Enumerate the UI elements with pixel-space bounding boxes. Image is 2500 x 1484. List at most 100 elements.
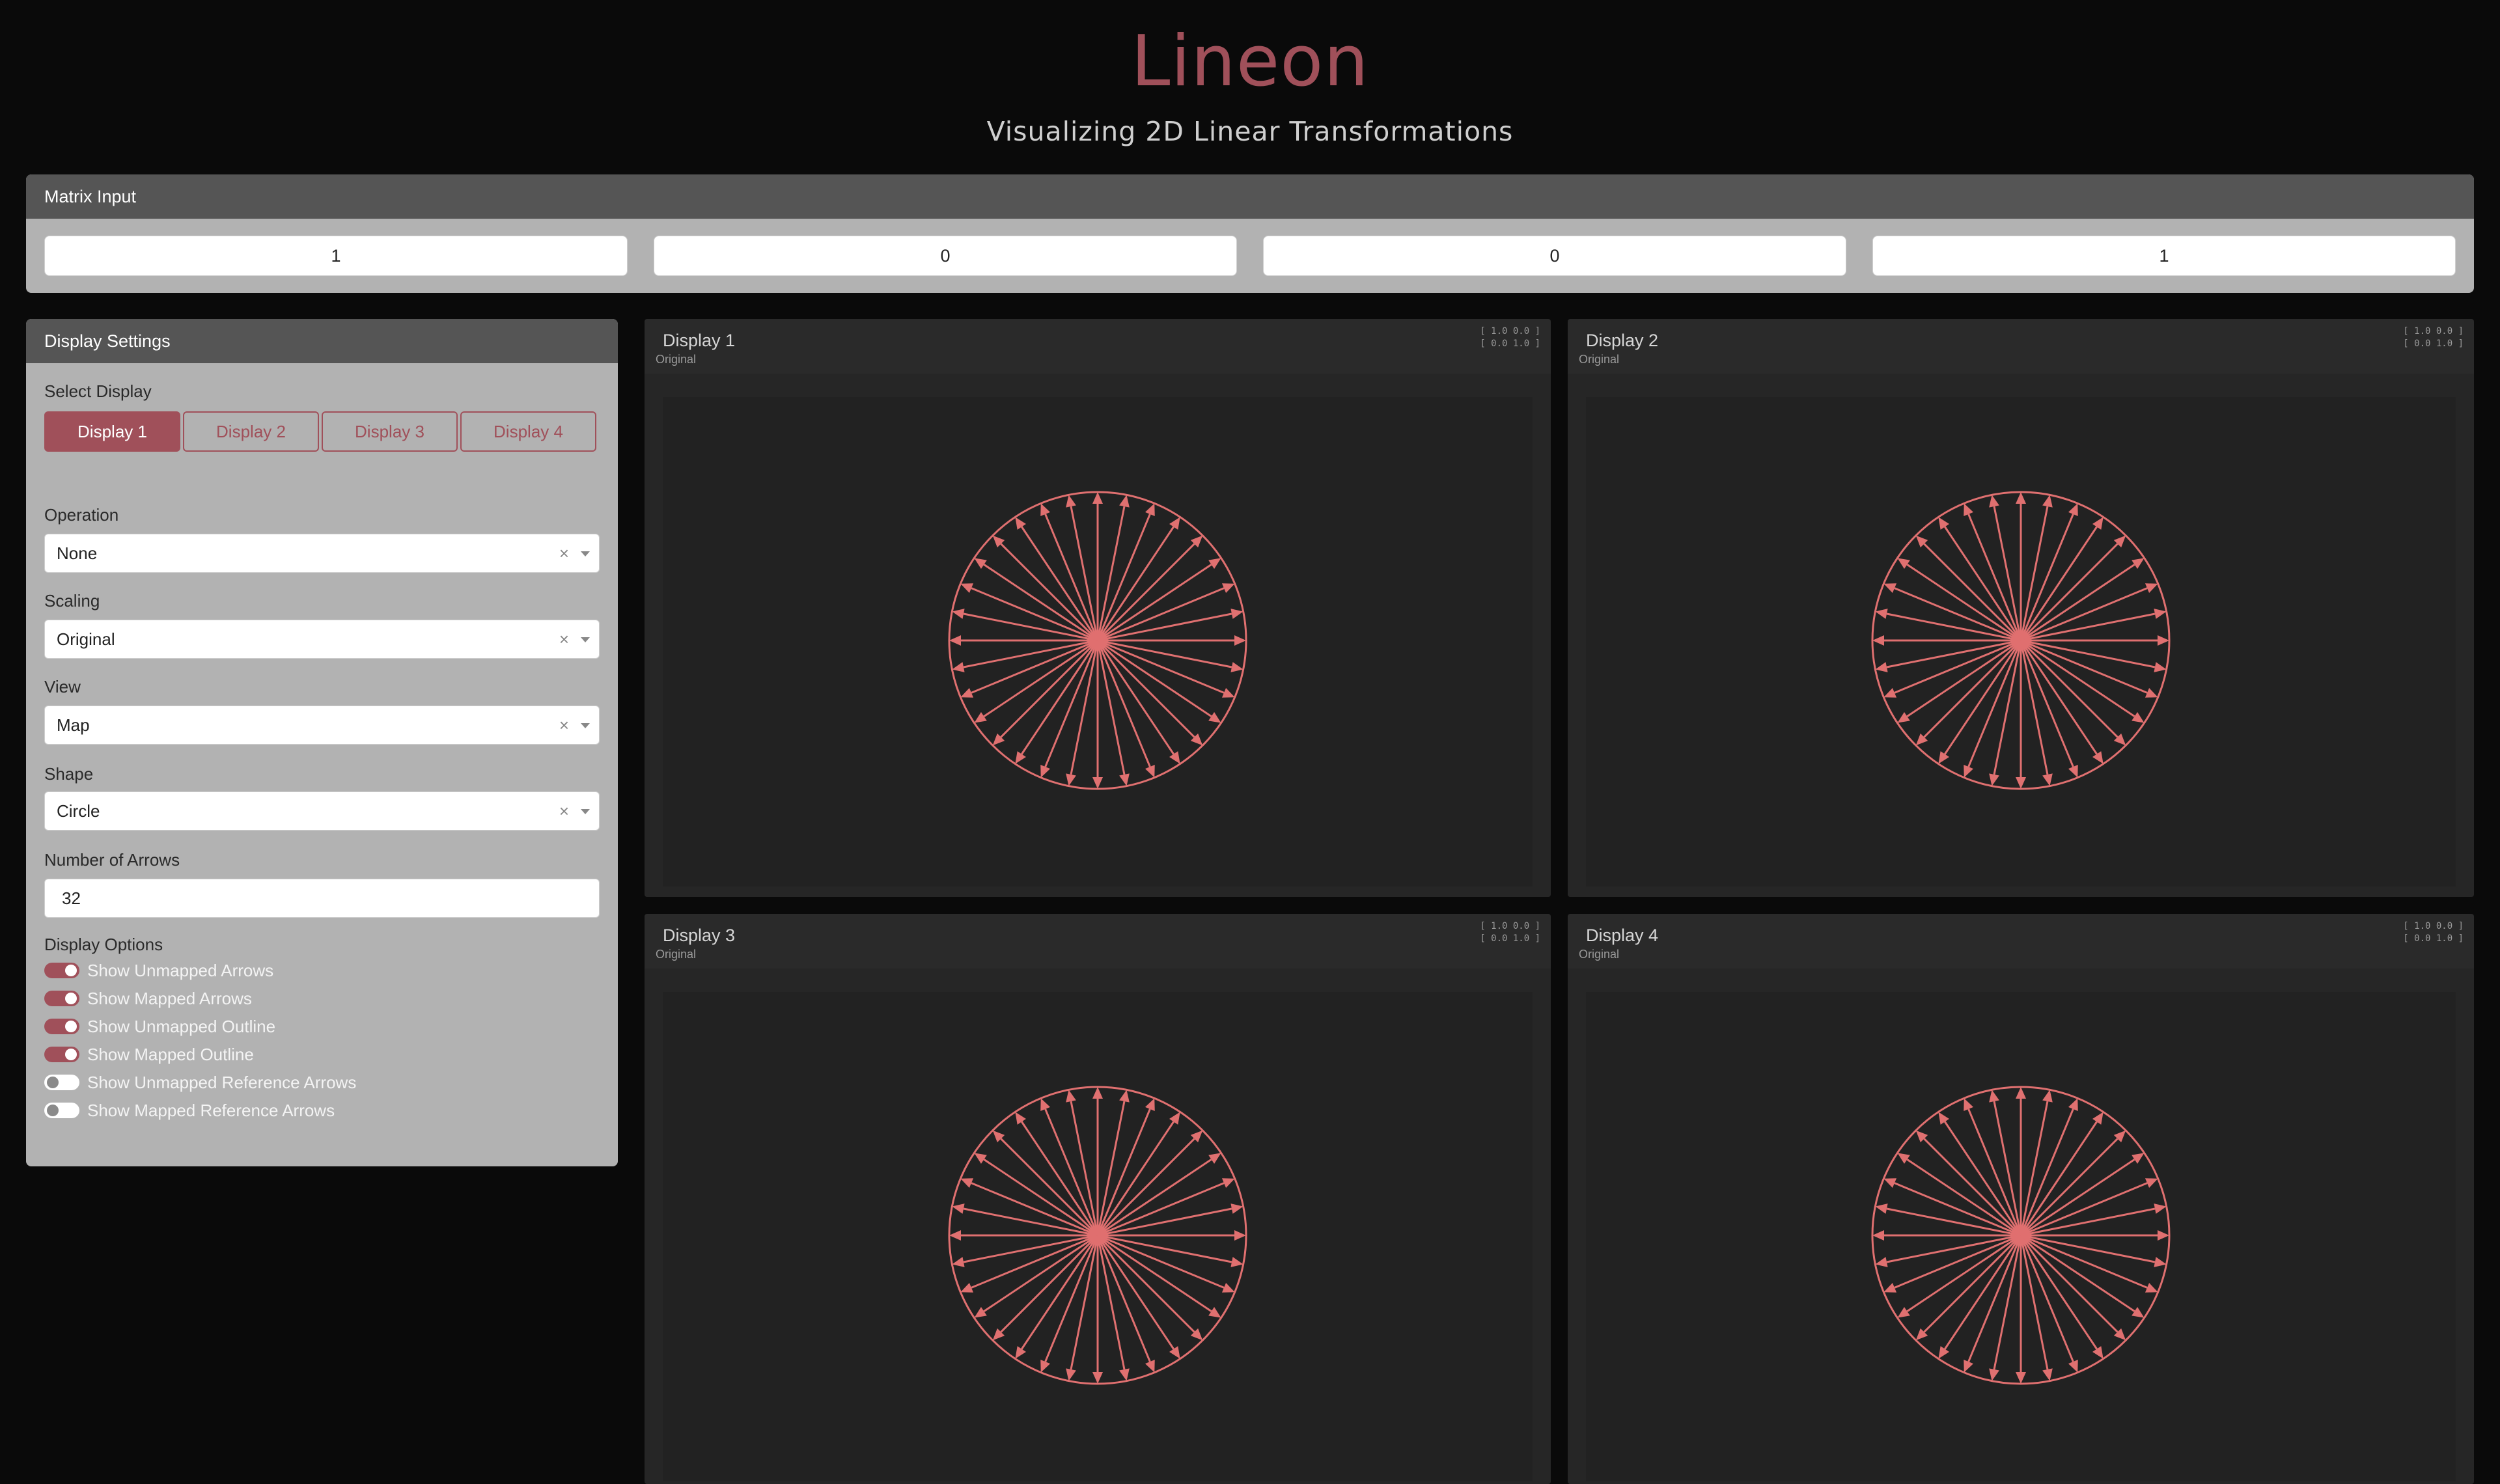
toggle-knob xyxy=(65,965,77,976)
toggle-switch[interactable] xyxy=(44,1075,79,1090)
matrix-inputs: 1 0 0 1 xyxy=(44,236,2456,276)
chevron-down-icon[interactable] xyxy=(581,551,590,556)
arrow-head xyxy=(1938,751,1949,764)
display-3-button[interactable]: Display 3 xyxy=(322,411,458,452)
toggle-switch[interactable] xyxy=(44,963,79,978)
arrow-head xyxy=(1208,712,1221,723)
matrix-a21-input[interactable]: 0 xyxy=(1263,236,1846,276)
scaling-select[interactable]: Original × xyxy=(44,620,600,659)
arrow-head xyxy=(2016,492,2026,504)
arrow-plot xyxy=(948,491,1247,790)
operation-select[interactable]: None × xyxy=(44,534,600,573)
arrow-head xyxy=(1066,1368,1076,1381)
chevron-down-icon[interactable] xyxy=(581,809,590,814)
display-canvas[interactable] xyxy=(663,992,1533,1481)
chevron-down-icon[interactable] xyxy=(581,723,590,728)
arrow xyxy=(1096,1090,1130,1236)
display-title: Display 2 xyxy=(1586,331,1659,350)
arrow xyxy=(1915,535,2022,642)
arrow xyxy=(2020,1234,2167,1267)
display-3-panel: Display 3 Original [ 1.0 0.0 ] [ 0.0 1.0 … xyxy=(645,914,1551,1484)
arrow xyxy=(2020,1130,2126,1237)
view-value: Map xyxy=(57,715,90,735)
arrow-plot xyxy=(1871,1086,2171,1385)
arrow-head xyxy=(1092,492,1103,504)
clear-icon[interactable]: × xyxy=(559,620,569,658)
clear-icon[interactable]: × xyxy=(559,792,569,830)
display-4-button[interactable]: Display 4 xyxy=(460,411,596,452)
arrow-head xyxy=(1989,773,1999,786)
arrow-head xyxy=(1015,1346,1026,1359)
operation-label: Operation xyxy=(44,505,119,525)
toggle-switch[interactable] xyxy=(44,1019,79,1034)
matrix-a11-input[interactable]: 1 xyxy=(44,236,628,276)
arrow-head xyxy=(1119,1090,1130,1103)
toggle-switch[interactable] xyxy=(44,991,79,1006)
arrow-head xyxy=(1230,1203,1243,1214)
arrow-head xyxy=(2132,558,2145,569)
display-scaling-label: Original xyxy=(656,948,697,961)
display-2-button[interactable]: Display 2 xyxy=(183,411,319,452)
display-1-panel: Display 1 Original [ 1.0 0.0 ][ 0.0 1.0 … xyxy=(645,319,1551,897)
arrow-head xyxy=(2016,777,2026,789)
display-options-label: Display Options xyxy=(44,935,163,954)
arrow-head xyxy=(2154,609,2167,619)
arrow-head xyxy=(2092,517,2104,530)
arrow-head xyxy=(974,558,987,569)
matrix-a22-input[interactable]: 1 xyxy=(1872,236,2456,276)
clear-icon[interactable]: × xyxy=(559,706,569,744)
display-settings-panel: Display Settings Select Display Display … xyxy=(26,319,618,1166)
scaling-value: Original xyxy=(57,629,115,649)
shape-select[interactable]: Circle × xyxy=(44,791,600,831)
arrow-head xyxy=(2158,635,2169,646)
display-1-button[interactable]: Display 1 xyxy=(44,411,180,452)
arrow xyxy=(1096,535,1203,642)
arrow xyxy=(992,535,1099,642)
arrow-head xyxy=(1897,1307,1910,1318)
matrix-badge: [ 1.0 0.0 ] [ 0.0 1.0 ] xyxy=(1480,920,1540,945)
toggle-label: Show Unmapped Reference Arrows xyxy=(87,1073,357,1092)
arrow-shaft xyxy=(2020,1234,2118,1333)
display-scaling-label: Original xyxy=(1579,948,1620,961)
arrow-shaft xyxy=(1096,1234,1195,1333)
chevron-down-icon[interactable] xyxy=(581,637,590,642)
arrow-head xyxy=(1989,1090,1999,1103)
scaling-label: Scaling xyxy=(44,591,100,611)
matrix-row: [ 0.0 1.0 ] xyxy=(2403,338,2464,349)
arrow xyxy=(2020,639,2167,672)
display-title: Display 3 xyxy=(663,926,736,945)
arrow-shaft xyxy=(1096,1138,1195,1237)
matrix-a12-input[interactable]: 0 xyxy=(654,236,1237,276)
arrow-head xyxy=(2132,712,2145,723)
arrow-shaft xyxy=(1000,639,1099,738)
toggle-switch[interactable] xyxy=(44,1103,79,1118)
arrow xyxy=(1875,639,2021,672)
display-2-panel: Display 2 Original [ 1.0 0.0 ][ 0.0 1.0 … xyxy=(1568,319,2474,897)
arrow-head xyxy=(2042,495,2053,508)
arrows-count-input[interactable]: 32 xyxy=(44,879,600,918)
arrow-head xyxy=(2154,1257,2167,1267)
arrow-head xyxy=(1092,1372,1103,1384)
arrow-head xyxy=(2154,662,2167,672)
view-select[interactable]: Map × xyxy=(44,706,600,745)
display-body xyxy=(1568,969,2474,1484)
display-canvas[interactable] xyxy=(1586,992,2456,1481)
arrow-head xyxy=(1989,1368,1999,1381)
display-title: Display 1 xyxy=(663,331,736,350)
toggle-switch[interactable] xyxy=(44,1047,79,1062)
arrow-head xyxy=(1015,517,1026,530)
arrow xyxy=(1096,1235,1130,1381)
arrow-head xyxy=(2016,1087,2026,1099)
arrow-head xyxy=(1872,1230,1884,1241)
arrow-head xyxy=(2042,1090,2053,1103)
arrow-head xyxy=(2092,751,2104,764)
arrow xyxy=(992,1130,1099,1237)
arrow-shaft xyxy=(1923,543,2022,642)
arrow-head xyxy=(2092,1346,2104,1359)
display-canvas[interactable] xyxy=(1586,397,2456,886)
arrow-head xyxy=(1119,1368,1130,1381)
display-canvas[interactable] xyxy=(663,397,1533,886)
arrow-shaft xyxy=(1096,639,1195,738)
origin-dot xyxy=(2012,631,2030,650)
clear-icon[interactable]: × xyxy=(559,534,569,572)
